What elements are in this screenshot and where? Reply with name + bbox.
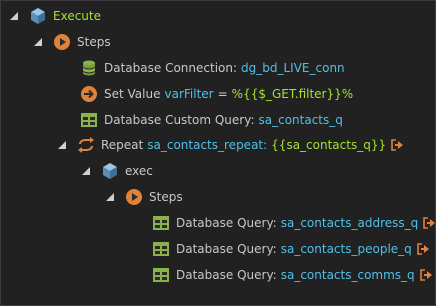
node-label: Steps [77,35,111,49]
connection-name: dg_bd_LIVE_conn [241,61,345,75]
output-arrow-icon [390,139,404,151]
query-name: sa_contacts_address_q [280,216,419,230]
node-label: Database Query: [176,268,277,282]
table-icon [152,240,170,258]
query-name: sa_contacts_comms_q [280,268,415,282]
node-label: Database Query: [176,216,277,230]
node-label: Repeat [101,138,144,152]
tree-node-repeat[interactable]: Repeat sa_contacts_repeat: {{sa_contacts… [57,134,404,156]
tree-node-database-connection[interactable]: Database Connection: dg_bd_LIVE_conn [80,57,345,79]
collapse-toggle-icon[interactable] [105,192,115,202]
tree-node-database-custom-query[interactable]: Database Custom Query: sa_contacts_q [80,109,343,131]
cube-icon [29,7,47,25]
arrow-right-circle-icon [80,85,98,103]
play-circle-icon [53,33,71,51]
output-arrow-icon [419,269,433,281]
tree-node-database-query[interactable]: Database Query: sa_contacts_people_q [152,238,430,260]
tree-node-database-query[interactable]: Database Query: sa_contacts_address_q [152,212,436,234]
tree-node-set-value[interactable]: Set Value varFilter = %{{$_GET.filter}}% [80,83,353,105]
variable-name: varFilter [164,87,214,101]
table-icon [152,266,170,284]
repeat-name: sa_contacts_repeat: [147,138,268,152]
node-label: Database Connection: [104,61,238,75]
node-label: exec [125,164,153,178]
value-expression: %{{$_GET.filter}}% [231,87,354,101]
repeat-expression: {{sa_contacts_q}} [271,138,387,152]
tree-node-execute[interactable]: Execute [9,5,101,27]
node-label: Set Value [104,87,161,101]
tree-node-exec[interactable]: exec [81,160,153,182]
collapse-toggle-icon[interactable] [57,140,67,150]
collapse-toggle-icon[interactable] [81,166,91,176]
output-arrow-icon [416,243,430,255]
collapse-toggle-icon[interactable] [9,11,19,21]
equals-sign: = [217,87,228,101]
query-name: sa_contacts_people_q [280,242,412,256]
play-circle-icon [125,188,143,206]
output-arrow-icon [422,217,436,229]
tree-node-inner-steps[interactable]: Steps [105,186,183,208]
repeat-icon [77,136,95,154]
node-label: Execute [53,9,101,23]
query-name: sa_contacts_q [258,113,343,127]
table-icon [152,214,170,232]
node-label: Database Query: [176,242,277,256]
collapse-toggle-icon[interactable] [33,37,43,47]
tree-node-database-query[interactable]: Database Query: sa_contacts_comms_q [152,264,433,286]
table-icon [80,111,98,129]
server-action-tree: Execute Steps Database Connection: dg_bd… [0,0,436,306]
node-label: Database Custom Query: [104,113,255,127]
node-label: Steps [149,190,183,204]
tree-node-steps[interactable]: Steps [33,31,111,53]
database-icon [80,59,98,77]
cube-icon [101,162,119,180]
